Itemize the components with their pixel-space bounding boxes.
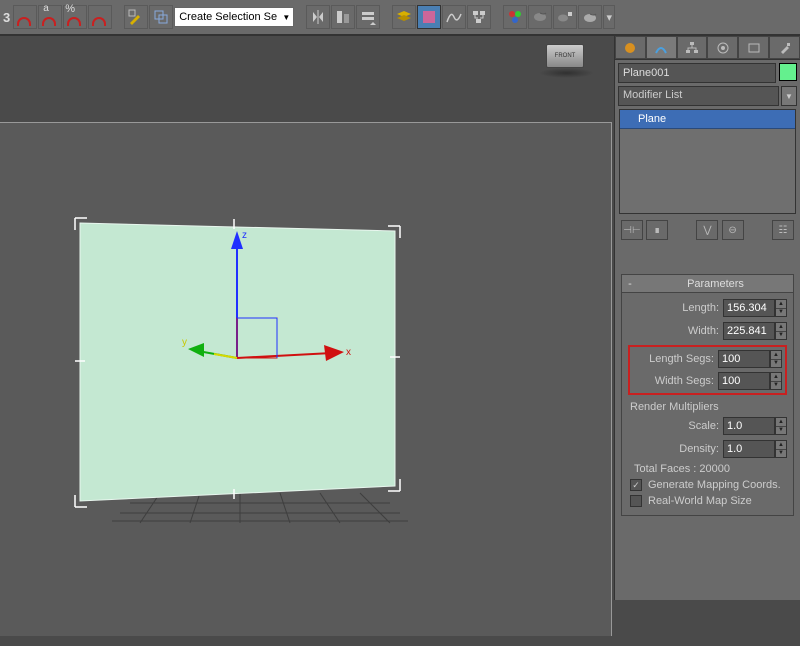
scale-down-icon[interactable]: ▼ [776, 427, 786, 435]
top-toolbar: 3 a % Create Selection Se ▾ [0, 0, 800, 36]
align-tools-dropdown-icon[interactable] [356, 5, 380, 29]
named-selection-dropdown[interactable]: Create Selection Se [174, 7, 294, 27]
density-up-icon[interactable]: ▲ [776, 441, 786, 450]
real-world-label: Real-World Map Size [648, 495, 752, 507]
make-unique-icon[interactable]: ⋁ [696, 220, 718, 240]
snap-3-label: 3 [3, 10, 10, 25]
total-faces-label: Total Faces : 20000 [634, 463, 787, 475]
configure-sets-icon[interactable]: ☷ [772, 220, 794, 240]
width-segs-label: Width Segs: [655, 375, 714, 387]
viewcube[interactable]: FRONT [546, 44, 584, 68]
width-segs-input[interactable] [718, 372, 770, 390]
scale-input[interactable] [723, 417, 775, 435]
rollout-toggle-icon[interactable]: - [622, 278, 638, 290]
segs-highlight-box: Length Segs: ▲▼ Width Segs: ▲▼ [628, 345, 787, 395]
width-input[interactable] [723, 322, 775, 340]
named-selection-manage-icon[interactable] [149, 5, 173, 29]
curve-editor-icon[interactable] [442, 5, 466, 29]
length-segs-input[interactable] [718, 350, 770, 368]
command-panel-tabs [615, 36, 800, 60]
rollout-title: Parameters [638, 278, 793, 290]
real-world-checkbox[interactable] [630, 495, 642, 507]
render-multipliers-label: Render Multipliers [630, 401, 787, 413]
density-input[interactable] [723, 440, 775, 458]
modifier-list-label: Modifier List [623, 89, 682, 101]
named-selection-value: Create Selection Se [179, 11, 277, 23]
show-end-result-icon[interactable]: ∎ [646, 220, 668, 240]
length-segs-down-icon[interactable]: ▼ [771, 360, 781, 368]
render-setup-icon[interactable] [528, 5, 552, 29]
graphite-toggle-icon[interactable] [417, 5, 441, 29]
viewport-container: FRONT [0, 36, 614, 600]
length-up-icon[interactable]: ▲ [776, 300, 786, 309]
width-spinner[interactable]: ▲▼ [723, 322, 787, 340]
pin-stack-icon[interactable]: ⊣⊢ [621, 220, 643, 240]
layer-manager-icon[interactable] [392, 5, 416, 29]
modifier-stack[interactable]: Plane [619, 109, 796, 214]
viewcube-shadow [539, 68, 594, 78]
length-segs-spinner[interactable]: ▲▼ [718, 350, 782, 368]
tab-hierarchy-icon[interactable] [677, 36, 708, 59]
viewcube-front-label: FRONT [555, 53, 576, 59]
gen-mapping-checkbox[interactable]: ✓ [630, 479, 642, 491]
width-segs-up-icon[interactable]: ▲ [771, 373, 781, 382]
rendered-frame-icon[interactable] [553, 5, 577, 29]
length-segs-label: Length Segs: [649, 353, 714, 365]
object-name-input[interactable] [618, 63, 776, 83]
gen-mapping-label: Generate Mapping Coords. [648, 479, 781, 491]
width-segs-down-icon[interactable]: ▼ [771, 382, 781, 390]
modifier-list-dropdown[interactable]: Modifier List [618, 86, 779, 106]
length-segs-up-icon[interactable]: ▲ [771, 351, 781, 360]
width-up-icon[interactable]: ▲ [776, 323, 786, 332]
tab-display-icon[interactable] [738, 36, 769, 59]
scale-up-icon[interactable]: ▲ [776, 418, 786, 427]
width-down-icon[interactable]: ▼ [776, 332, 786, 340]
schematic-view-icon[interactable] [467, 5, 491, 29]
width-segs-spinner[interactable]: ▲▼ [718, 372, 782, 390]
length-label: Length: [682, 302, 719, 314]
command-panel: Modifier List ▼ Plane ⊣⊢ ∎ ⋁ ⊖ ☷ - Param… [614, 36, 800, 600]
gizmo-y-label: y [182, 337, 187, 348]
scale-spinner[interactable]: ▲▼ [723, 417, 787, 435]
viewport-scene: z x y [0, 123, 612, 643]
percent-snap-icon[interactable]: % [63, 5, 87, 29]
spinner-snap-icon[interactable] [88, 5, 112, 29]
density-spinner[interactable]: ▲▼ [723, 440, 787, 458]
parameters-rollout: - Parameters Length: ▲▼ Width: ▲▼ [621, 274, 794, 516]
tab-create-icon[interactable] [615, 36, 646, 59]
density-down-icon[interactable]: ▼ [776, 450, 786, 458]
object-color-swatch[interactable] [779, 63, 797, 81]
gizmo-x-label: x [346, 347, 351, 358]
stack-item-plane[interactable]: Plane [620, 110, 795, 129]
render-icon[interactable] [578, 5, 602, 29]
angle-snap-icon[interactable]: a [38, 5, 62, 29]
perspective-viewport[interactable]: z x y [0, 122, 612, 636]
edit-named-selection-icon[interactable] [124, 5, 148, 29]
scale-label: Scale: [688, 420, 719, 432]
length-input[interactable] [723, 299, 775, 317]
remove-modifier-icon[interactable]: ⊖ [722, 220, 744, 240]
gizmo-z-label: z [242, 230, 247, 241]
render-dropdown-icon[interactable]: ▾ [603, 5, 615, 29]
length-spinner[interactable]: ▲▼ [723, 299, 787, 317]
main-area: FRONT [0, 36, 800, 600]
length-down-icon[interactable]: ▼ [776, 309, 786, 317]
stack-toolbar: ⊣⊢ ∎ ⋁ ⊖ ☷ [615, 214, 800, 246]
material-editor-icon[interactable] [503, 5, 527, 29]
tab-modify-icon[interactable] [646, 36, 677, 59]
align-icon[interactable] [331, 5, 355, 29]
snap-toggle-icon[interactable] [13, 5, 37, 29]
width-label: Width: [688, 325, 719, 337]
modifier-list-arrow-icon[interactable]: ▼ [781, 86, 797, 106]
mirror-icon[interactable] [306, 5, 330, 29]
density-label: Density: [679, 443, 719, 455]
tab-motion-icon[interactable] [707, 36, 738, 59]
tab-utilities-icon[interactable] [769, 36, 800, 59]
